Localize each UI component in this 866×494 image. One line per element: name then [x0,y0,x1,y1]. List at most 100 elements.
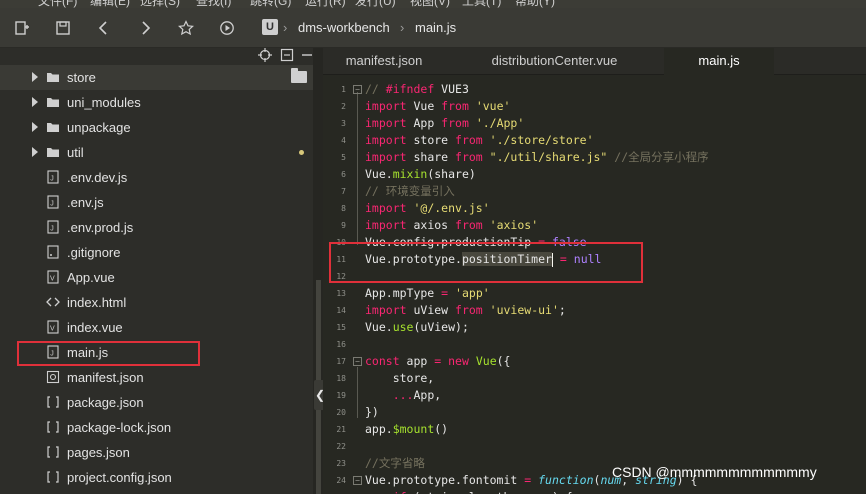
code-line[interactable]: 16 [323,336,866,353]
chevron-right-icon[interactable] [30,146,40,158]
code-text: store, [365,371,435,385]
explorer-header [0,48,313,65]
tab-distribution-center[interactable]: distributionCenter.vue [445,48,664,75]
js-file-icon: J [47,220,59,234]
folder-item[interactable]: util [0,140,313,165]
back-icon[interactable] [94,18,114,38]
code-text: import axios from 'axios' [365,218,539,232]
annotation-box [329,242,643,283]
tree-item-label: project.config.json [67,470,172,485]
file-item[interactable]: .gitignore [0,240,313,265]
code-line[interactable]: 17− const app = new Vue({ [323,353,866,370]
menu-item[interactable]: 工具(T) [462,0,501,8]
file-item[interactable]: pages.json [0,440,313,465]
code-text: }) [365,405,379,419]
menu-item[interactable]: 编辑(E) [90,0,130,8]
code-text: import store from './store/store' [365,133,594,147]
folder-icon [47,123,59,132]
json-file-icon [47,471,59,483]
menu-item[interactable]: 查找(I) [196,0,231,8]
fold-toggle-icon[interactable]: − [353,85,362,94]
code-line[interactable]: 22 [323,438,866,455]
file-item[interactable]: Vindex.vue [0,315,313,340]
code-text: import App from './App' [365,116,525,130]
file-item[interactable]: J .env.prod.js [0,215,313,240]
menu-bar: 文件(F) 编辑(E) 选择(S) 查找(I) 跳转(G) 运行(R) 发行(U) 视图(V)… [0,0,866,8]
code-line[interactable]: 4 import store from './store/store' [323,132,866,149]
line-number: 9 [341,221,346,230]
code-editor[interactable]: 1−// #ifndef VUE3 2 import Vue from 'vue' 3… [323,75,866,494]
file-item[interactable]: manifest.json [0,365,313,390]
file-icon [47,245,59,259]
manifest-file-icon [46,370,60,384]
new-file-icon[interactable] [12,18,32,38]
file-item[interactable]: index.html [0,290,313,315]
code-line[interactable]: 8 import '@/.env.js' [323,200,866,217]
code-text: App.mpType = 'app' [365,286,490,300]
code-line[interactable]: 14 import uView from 'uview-ui'; [323,302,866,319]
code-line[interactable]: 13 App.mpType = 'app' [323,285,866,302]
menu-item[interactable]: 帮助(Y) [515,0,555,8]
code-line[interactable]: 9 import axios from 'axios' [323,217,866,234]
save-icon[interactable] [53,18,73,38]
code-text: import share from "./util/share.js" //全局… [365,150,709,164]
folder-open-icon[interactable] [291,68,307,83]
file-item[interactable]: package.json [0,390,313,415]
file-item[interactable]: project.config.json [0,465,313,490]
tree-item-label: .env.dev.js [67,170,128,185]
code-line[interactable]: 5 import share from "./util/share.js" //全… [323,149,866,166]
tree-item-label: pages.json [67,445,130,460]
fold-toggle-icon[interactable]: − [353,476,362,485]
menu-item[interactable]: 发行(U) [355,0,396,8]
line-number: 16 [336,340,346,349]
svg-text:V: V [50,276,55,283]
menu-item[interactable]: 文件(F) [38,0,77,8]
line-number: 21 [336,425,346,434]
forward-icon[interactable] [135,18,155,38]
menu-item[interactable]: 运行(R) [305,0,346,8]
folder-item[interactable]: unpackage [0,115,313,140]
code-line[interactable]: 18 store, [323,370,866,387]
menu-item[interactable]: 选择(S) [140,0,180,8]
svg-text:J: J [50,176,54,183]
star-icon[interactable] [176,18,196,38]
code-line[interactable]: 19 ...App, [323,387,866,404]
selected-file-highlight [17,341,200,366]
folder-item[interactable]: store [0,65,313,90]
tab-main-js[interactable]: main.js [664,48,774,75]
code-text: app.$mount() [365,422,449,436]
code-line[interactable]: 1−// #ifndef VUE3 [323,81,866,98]
code-line[interactable]: 2 import Vue from 'vue' [323,98,866,115]
locate-icon[interactable] [258,48,272,62]
js-file-icon: J [47,170,59,184]
folder-item[interactable]: uni_modules [0,90,313,115]
file-item[interactable]: J .env.dev.js [0,165,313,190]
menu-item[interactable]: 视图(V) [410,0,450,8]
tree-item-label: manifest.json [67,370,144,385]
code-line[interactable]: 25 if (string.length > num) { [323,489,866,494]
folder-icon [47,148,59,157]
collapse-all-icon[interactable] [280,48,294,62]
code-line[interactable]: 15 Vue.use(uView); [323,319,866,336]
menu-item[interactable]: 跳转(G) [250,0,291,8]
chevron-right-icon[interactable] [30,71,40,83]
chevron-right-icon[interactable] [30,96,40,108]
tab-manifest[interactable]: manifest.json [323,48,445,75]
tree-item-label: package.json [67,395,144,410]
code-line[interactable]: 20}) [323,404,866,421]
code-text: import uView from 'uview-ui'; [365,303,566,317]
code-text: // #ifndef VUE3 [365,82,469,96]
run-icon[interactable] [217,18,237,38]
file-item[interactable]: J .env.js [0,190,313,215]
breadcrumb-file[interactable]: main.js [415,20,456,35]
breadcrumb-project[interactable]: dms-workbench [298,20,390,35]
chevron-right-icon[interactable] [30,121,40,133]
fold-toggle-icon[interactable]: − [353,357,362,366]
code-line[interactable]: 21 app.$mount() [323,421,866,438]
file-item[interactable]: package-lock.json [0,415,313,440]
file-item[interactable]: V App.vue [0,265,313,290]
minus-icon[interactable] [300,48,313,62]
code-line[interactable]: 7 // 环境变量引入 [323,183,866,200]
code-line[interactable]: 3 import App from './App' [323,115,866,132]
code-line[interactable]: 6 Vue.mixin(share) [323,166,866,183]
